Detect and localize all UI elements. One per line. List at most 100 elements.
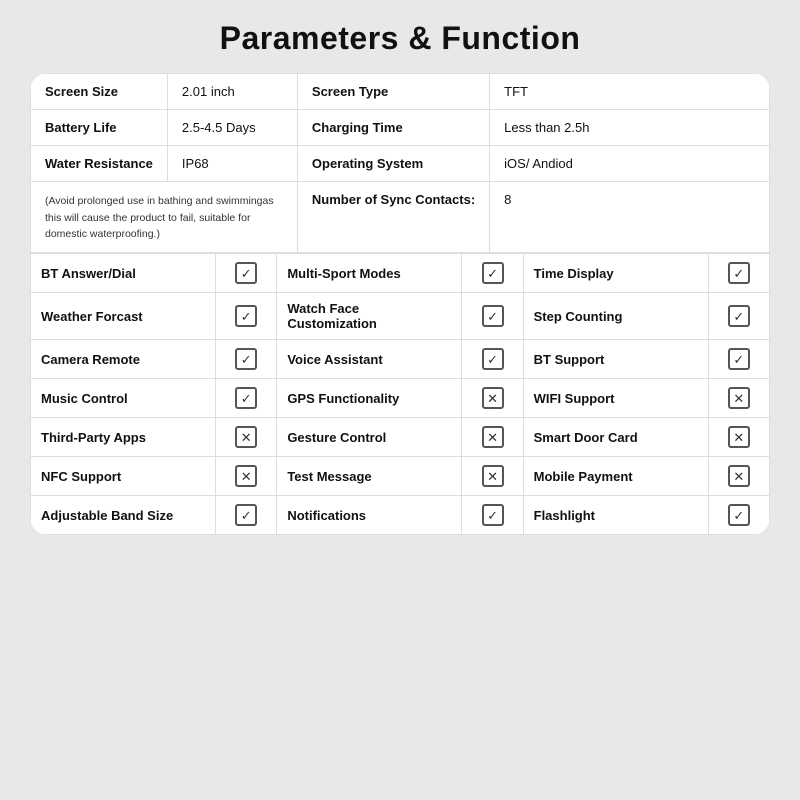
feature-name-cell: Notifications (277, 496, 462, 535)
spec-value-cell: IP68 (167, 146, 297, 182)
feature-name: BT Support (534, 352, 605, 367)
feature-name-cell: Third-Party Apps (31, 418, 216, 457)
spec-value2-cell: Less than 2.5h (490, 110, 770, 146)
spec-value: IP68 (182, 156, 209, 171)
feature-checkbox: ✓ (728, 504, 750, 526)
feature-name: Weather Forcast (41, 309, 143, 324)
spec-label2: Operating System (312, 156, 423, 171)
feature-name: Step Counting (534, 309, 623, 324)
feature-name-cell: Step Counting (523, 293, 708, 340)
feature-name-cell: Gesture Control (277, 418, 462, 457)
spec-cell: Number of Sync Contacts: (297, 182, 489, 253)
spec-label2-cell: Screen Type (297, 74, 489, 110)
feature-name-cell: NFC Support (31, 457, 216, 496)
feature-checkbox: ✓ (728, 262, 750, 284)
feature-checkbox: ✓ (235, 262, 257, 284)
page: Parameters & Function Screen Size 2.01 i… (0, 0, 800, 800)
feature-checkbox: ✓ (235, 305, 257, 327)
feature-name-cell: Time Display (523, 254, 708, 293)
feature-checkbox: ✕ (482, 465, 504, 487)
feature-checkbox: ✕ (235, 465, 257, 487)
feature-name: Watch Face Customization (287, 301, 377, 331)
feature-checkbox: ✕ (728, 426, 750, 448)
spec-note-cell: (Avoid prolonged use in bathing and swim… (31, 182, 298, 253)
spec-value-cell: 8 (490, 182, 770, 253)
feature-name: Mobile Payment (534, 469, 633, 484)
spec-label-cell: Screen Size (31, 74, 168, 110)
feature-name: NFC Support (41, 469, 121, 484)
feature-name-cell: Mobile Payment (523, 457, 708, 496)
feature-checkbox: ✓ (482, 348, 504, 370)
feature-name-cell: BT Answer/Dial (31, 254, 216, 293)
feature-name: Test Message (287, 469, 371, 484)
feature-name-cell: Multi-Sport Modes (277, 254, 462, 293)
feature-check-cell: ✓ (708, 340, 769, 379)
spec-value: 2.5-4.5 Days (182, 120, 256, 135)
page-title: Parameters & Function (220, 20, 581, 57)
spec-label2: Screen Type (312, 84, 388, 99)
specs-table: Screen Size 2.01 inch Screen Type TFT Ba… (30, 73, 770, 253)
spec-value2-cell: TFT (490, 74, 770, 110)
feature-name: Voice Assistant (287, 352, 382, 367)
feature-name: Music Control (41, 391, 128, 406)
feature-name-cell: WIFI Support (523, 379, 708, 418)
feature-check-cell: ✓ (216, 254, 277, 293)
spec-label-cell: Battery Life (31, 110, 168, 146)
spec-value: 8 (504, 192, 511, 207)
feature-name-cell: Adjustable Band Size (31, 496, 216, 535)
spec-label: Number of Sync Contacts: (312, 192, 475, 207)
feature-name: Notifications (287, 508, 366, 523)
feature-check-cell: ✓ (708, 293, 769, 340)
feature-name: Third-Party Apps (41, 430, 146, 445)
spec-value2-cell: iOS/ Andiod (490, 146, 770, 182)
spec-label-cell: Water Resistance (31, 146, 168, 182)
card: Screen Size 2.01 inch Screen Type TFT Ba… (30, 73, 770, 535)
spec-value2: TFT (504, 84, 528, 99)
spec-value: 2.01 inch (182, 84, 235, 99)
feature-check-cell: ✕ (216, 418, 277, 457)
feature-checkbox: ✕ (482, 426, 504, 448)
feature-name: Smart Door Card (534, 430, 638, 445)
feature-name-cell: Music Control (31, 379, 216, 418)
feature-check-cell: ✓ (216, 293, 277, 340)
spec-note: (Avoid prolonged use in bathing and swim… (45, 195, 274, 240)
feature-check-cell: ✓ (462, 254, 523, 293)
feature-check-cell: ✕ (462, 379, 523, 418)
feature-name: GPS Functionality (287, 391, 399, 406)
feature-checkbox: ✓ (728, 348, 750, 370)
spec-label: Battery Life (45, 120, 117, 135)
feature-check-cell: ✓ (462, 293, 523, 340)
feature-name: Flashlight (534, 508, 595, 523)
feature-name: Multi-Sport Modes (287, 266, 400, 281)
feature-check-cell: ✓ (462, 496, 523, 535)
feature-name: Camera Remote (41, 352, 140, 367)
feature-check-cell: ✕ (708, 457, 769, 496)
spec-label: Screen Size (45, 84, 118, 99)
spec-value2: iOS/ Andiod (504, 156, 573, 171)
feature-name-cell: Camera Remote (31, 340, 216, 379)
feature-checkbox: ✓ (482, 305, 504, 327)
feature-name-cell: BT Support (523, 340, 708, 379)
feature-checkbox: ✕ (235, 426, 257, 448)
spec-value2: Less than 2.5h (504, 120, 589, 135)
features-table: BT Answer/Dial ✓ Multi-Sport Modes ✓ Time Di… (30, 253, 770, 535)
feature-checkbox: ✓ (482, 262, 504, 284)
feature-name-cell: GPS Functionality (277, 379, 462, 418)
feature-checkbox: ✕ (728, 387, 750, 409)
feature-checkbox: ✓ (728, 305, 750, 327)
spec-label: Water Resistance (45, 156, 153, 171)
feature-check-cell: ✕ (216, 457, 277, 496)
feature-checkbox: ✓ (482, 504, 504, 526)
feature-name-cell: Weather Forcast (31, 293, 216, 340)
spec-label2-cell: Charging Time (297, 110, 489, 146)
feature-name: Time Display (534, 266, 614, 281)
feature-check-cell: ✓ (216, 496, 277, 535)
feature-check-cell: ✓ (216, 340, 277, 379)
feature-checkbox: ✓ (235, 504, 257, 526)
feature-name: Gesture Control (287, 430, 386, 445)
spec-value-cell: 2.5-4.5 Days (167, 110, 297, 146)
feature-checkbox: ✕ (728, 465, 750, 487)
feature-name-cell: Flashlight (523, 496, 708, 535)
feature-check-cell: ✕ (708, 379, 769, 418)
feature-name-cell: Smart Door Card (523, 418, 708, 457)
